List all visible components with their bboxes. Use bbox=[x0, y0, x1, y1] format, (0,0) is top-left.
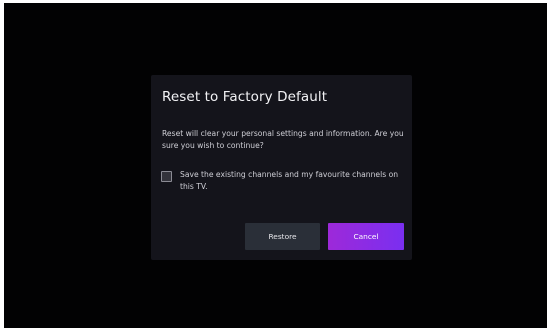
factory-reset-dialog: Reset to Factory Default Reset will clea… bbox=[151, 75, 412, 260]
restore-button[interactable]: Restore bbox=[245, 223, 320, 250]
cancel-button[interactable]: Cancel bbox=[328, 223, 404, 250]
dialog-message: Reset will clear your personal settings … bbox=[162, 129, 404, 150]
save-channels-checkbox[interactable] bbox=[161, 171, 172, 182]
dialog-title: Reset to Factory Default bbox=[162, 89, 328, 105]
tv-screen: Reset to Factory Default Reset will clea… bbox=[4, 3, 547, 328]
save-channels-label: Save the existing channels and my favour… bbox=[180, 170, 399, 191]
save-channels-option[interactable]: Save the existing channels and my favour… bbox=[161, 169, 406, 199]
